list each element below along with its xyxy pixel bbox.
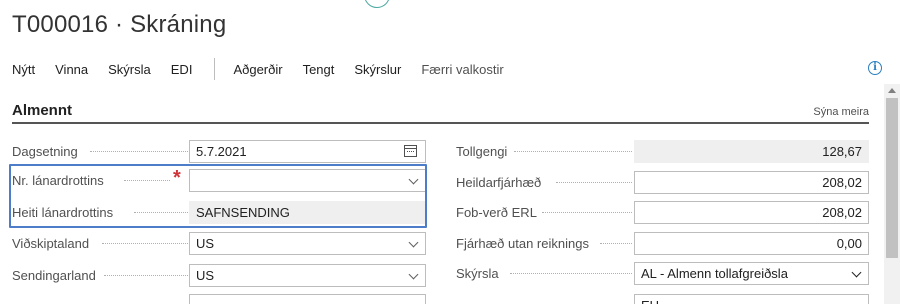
page-title: T000016 · Skráning <box>12 11 227 38</box>
field-row-partial-right: EU <box>456 294 870 304</box>
focused-group-outline <box>9 164 427 228</box>
field-label: Fjárhæð utan reiknings <box>456 236 589 251</box>
dotted-leader <box>542 209 632 213</box>
partial-right-select[interactable]: EU <box>634 294 869 304</box>
action-process[interactable]: Vinna <box>55 62 88 77</box>
dotted-leader <box>102 240 188 244</box>
scroll-thumb[interactable] <box>886 98 898 258</box>
top-circle-decoration <box>364 0 390 8</box>
total-amount-input[interactable]: 208,02 <box>634 171 869 194</box>
calendar-icon[interactable] <box>404 145 417 157</box>
partial-right-value: EU <box>641 298 659 304</box>
field-label: Viðskiptaland <box>12 236 90 251</box>
field-label: Dagsetning <box>12 144 78 159</box>
shipping-country-select[interactable]: US <box>189 264 426 287</box>
field-label: Sendingarland <box>12 268 96 283</box>
field-row-report: Skýrsla AL - Almenn tollafgreiðsla <box>456 262 870 285</box>
field-row-fob-value: Fob-verð ERL 208,02 <box>456 201 870 224</box>
trade-country-value: US <box>196 236 215 251</box>
report-value: AL - Almenn tollafgreiðsla <box>641 266 788 281</box>
vertical-scrollbar[interactable] <box>884 84 900 304</box>
action-new[interactable]: Nýtt <box>12 62 35 77</box>
section-header: Almennt Sýna meira <box>12 102 869 124</box>
chevron-down-icon[interactable] <box>408 237 419 248</box>
action-separator <box>214 58 216 80</box>
off-invoice-input[interactable]: 0,00 <box>634 232 869 255</box>
fob-value-input[interactable]: 208,02 <box>634 201 869 224</box>
partial-input[interactable] <box>189 294 426 304</box>
chevron-down-icon[interactable] <box>851 267 862 278</box>
dotted-leader <box>600 240 632 244</box>
section-title[interactable]: Almennt <box>12 102 72 119</box>
show-more-link[interactable]: Sýna meira <box>813 106 869 118</box>
page-header: T000016 · Skráning <box>12 8 226 42</box>
action-edi[interactable]: EDI <box>171 62 193 77</box>
field-row-partial <box>12 294 426 304</box>
report-select[interactable]: AL - Almenn tollafgreiðsla <box>634 262 869 285</box>
info-icon[interactable]: i <box>868 61 882 75</box>
dotted-leader <box>104 272 188 276</box>
field-row-shipping-country: Sendingarland US <box>12 264 426 287</box>
scroll-up-icon[interactable] <box>888 88 896 93</box>
action-actions[interactable]: Aðgerðir <box>233 62 282 77</box>
field-row-trade-country: Viðskiptaland US <box>12 232 426 255</box>
exchange-rate-value: 128,67 <box>822 144 862 159</box>
fob-value-value: 208,02 <box>822 205 862 220</box>
field-label: Tollgengi <box>456 144 508 159</box>
field-label: Heildarfjárhæð <box>456 175 542 190</box>
action-report[interactable]: Skýrsla <box>108 62 151 77</box>
shipping-country-value: US <box>196 268 215 283</box>
action-reports[interactable]: Skýrslur <box>354 62 401 77</box>
exchange-rate-field: 128,67 <box>634 140 869 163</box>
total-amount-value: 208,02 <box>822 175 862 190</box>
action-fewer-options[interactable]: Færri valkostir <box>421 62 503 77</box>
field-row-exchange-rate: Tollgengi 128,67 <box>456 140 870 163</box>
field-label: Fob-verð ERL <box>456 205 537 220</box>
field-label: Skýrsla <box>456 266 499 281</box>
dotted-leader <box>510 270 632 274</box>
off-invoice-value: 0,00 <box>836 236 862 251</box>
dotted-leader <box>514 148 632 152</box>
date-value: 5.7.2021 <box>196 144 247 159</box>
field-row-total-amount: Heildarfjárhæð 208,02 <box>456 171 870 194</box>
trade-country-select[interactable]: US <box>189 232 426 255</box>
field-row-date: Dagsetning 5.7.2021 <box>12 140 426 163</box>
field-row-off-invoice: Fjárhæð utan reiknings 0,00 <box>456 232 870 255</box>
action-bar: Nýtt Vinna Skýrsla EDI Aðgerðir Tengt Sk… <box>0 54 884 84</box>
dotted-leader <box>556 179 632 183</box>
date-input[interactable]: 5.7.2021 <box>189 140 426 163</box>
action-related[interactable]: Tengt <box>303 62 335 77</box>
dotted-leader <box>90 148 188 152</box>
chevron-down-icon[interactable] <box>408 269 419 280</box>
